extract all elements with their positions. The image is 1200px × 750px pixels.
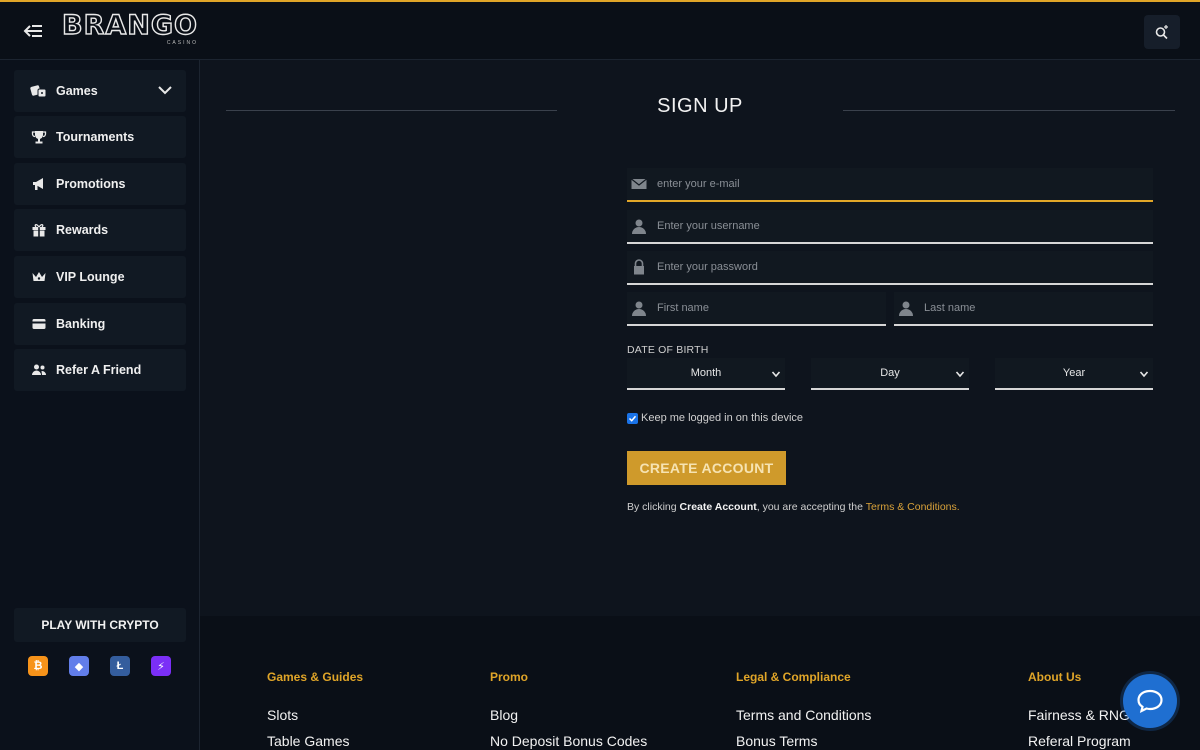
keep-logged-in-label: Keep me logged in on this device	[641, 412, 804, 424]
month-select-value: Month	[690, 367, 722, 379]
logo-text: BRANGO	[61, 10, 198, 41]
footer-heading-legal-compliance: Legal & Compliance	[736, 670, 851, 684]
megaphone-icon	[30, 175, 48, 193]
chevron-down-icon[interactable]	[158, 83, 172, 97]
terms-middle: , you are accepting the	[756, 501, 863, 513]
user-icon	[632, 219, 646, 234]
footer-link-table-games[interactable]: Table Games	[267, 733, 349, 749]
email-input[interactable]	[657, 168, 1149, 200]
bitcoin-icon[interactable]: ₿	[28, 656, 48, 676]
username-input[interactable]	[657, 210, 1149, 242]
sidebar-item-label: Promotions	[56, 177, 126, 191]
sidebar-item-label: Tournaments	[56, 130, 135, 144]
dice-icon	[30, 82, 48, 100]
page-title: SIGN UP	[657, 95, 743, 117]
month-select[interactable]: Month	[627, 358, 785, 390]
title-divider-left	[226, 110, 557, 111]
user-icon	[632, 301, 646, 316]
sidebar-item-vip-lounge[interactable]: VIP Lounge	[14, 256, 186, 298]
terms-bold-text: Create Account	[679, 501, 757, 513]
day-select-value: Day	[880, 367, 900, 379]
ethereum-icon[interactable]: ◆	[69, 656, 89, 676]
footer-link-fairness-rng[interactable]: Fairness & RNG	[1028, 707, 1130, 723]
sidebar-item-rewards[interactable]: Rewards	[14, 209, 186, 251]
sidebar-item-banking[interactable]: Banking	[14, 303, 186, 345]
year-select[interactable]: Year	[995, 358, 1153, 390]
footer-heading-promo: Promo	[490, 670, 529, 684]
sidebar-item-tournaments[interactable]: Tournaments	[14, 116, 186, 158]
footer-link-bonus-terms[interactable]: Bonus Terms	[736, 733, 817, 749]
search-icon	[1155, 25, 1168, 40]
live-chat-button[interactable]	[1123, 674, 1177, 728]
footer-link-slots[interactable]: Slots	[267, 707, 298, 723]
password-field-wrapper	[627, 251, 1153, 285]
sidebar-item-promotions[interactable]: Promotions	[14, 163, 186, 205]
create-account-button[interactable]: CREATE ACCOUNT	[627, 451, 786, 485]
last-name-field-wrapper	[894, 292, 1153, 326]
logo-subtext: CASINO	[166, 40, 198, 46]
sidebar-item-label: VIP Lounge	[56, 270, 125, 284]
chat-bubble-icon	[1137, 689, 1163, 714]
first-name-field-wrapper	[627, 292, 886, 326]
user-icon	[899, 301, 913, 316]
crown-icon	[30, 268, 48, 286]
terms-notice: By clicking Create Account, you are acce…	[627, 501, 960, 513]
last-name-input[interactable]	[924, 292, 1149, 324]
litecoin-icon[interactable]: Ł	[110, 656, 130, 676]
top-bar: BRANGO CASINO	[0, 0, 1200, 60]
terms-conditions-link[interactable]: Terms & Conditions.	[866, 501, 960, 513]
email-field-wrapper	[627, 168, 1153, 202]
day-select[interactable]: Day	[811, 358, 969, 390]
checkmark-icon	[628, 415, 637, 422]
brand-logo[interactable]: BRANGO CASINO	[61, 10, 198, 48]
sidebar-item-games[interactable]: Games	[14, 70, 186, 112]
gift-icon	[30, 221, 48, 239]
footer-heading-about-us: About Us	[1028, 670, 1082, 684]
envelope-icon	[631, 178, 647, 189]
play-with-crypto-button[interactable]: PLAY WITH CRYPTO	[14, 608, 186, 642]
chevron-down-icon	[955, 371, 965, 378]
footer-link-terms-and-conditions[interactable]: Terms and Conditions	[736, 707, 871, 723]
keep-logged-in-row: Keep me logged in on this device	[627, 411, 803, 425]
chevron-down-icon	[1139, 371, 1149, 378]
card-icon	[30, 315, 48, 333]
footer-link-blog[interactable]: Blog	[490, 707, 518, 723]
sidebar-item-label: Rewards	[56, 223, 109, 237]
first-name-input[interactable]	[657, 292, 882, 324]
sidebar-item-label: Banking	[56, 317, 106, 331]
footer-link-referal-program[interactable]: Referal Program	[1028, 733, 1131, 749]
sidebar-item-refer-a-friend[interactable]: Refer A Friend	[14, 349, 186, 391]
title-divider-right	[843, 110, 1175, 111]
trophy-icon	[30, 128, 48, 146]
footer-link-no-deposit-bonus-codes[interactable]: No Deposit Bonus Codes	[490, 733, 647, 749]
year-select-value: Year	[1062, 367, 1086, 379]
sidebar-item-label: Refer A Friend	[56, 363, 142, 377]
lightning-icon[interactable]: ⚡	[151, 656, 171, 676]
username-field-wrapper	[627, 210, 1153, 244]
main-content	[200, 60, 1200, 616]
users-icon	[30, 361, 48, 379]
search-button[interactable]	[1144, 15, 1180, 49]
sidebar-item-label: Games	[56, 84, 98, 98]
footer-heading-games-guides: Games & Guides	[267, 670, 364, 684]
terms-prefix: By clicking	[627, 501, 677, 513]
menu-collapse-icon[interactable]	[22, 20, 46, 42]
chevron-down-icon	[771, 371, 781, 378]
date-of-birth-label: DATE OF BIRTH	[627, 344, 709, 356]
keep-logged-in-checkbox[interactable]	[627, 412, 638, 424]
lock-icon	[634, 259, 644, 275]
password-input[interactable]	[657, 251, 1149, 283]
